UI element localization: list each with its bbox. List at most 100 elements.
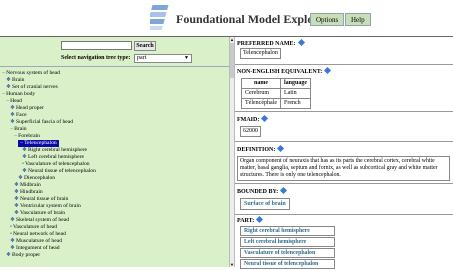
tree-node-selected[interactable]: −Telencephalon [18,140,59,147]
expand-icon[interactable]: ❖ [22,168,27,174]
collapse-icon[interactable]: − [6,98,9,104]
tree-node[interactable]: ❖Skeletal system of head [10,217,69,224]
expand-icon[interactable]: ❖ [10,112,15,118]
info-icon[interactable] [297,38,305,47]
tree-node-label: Face [16,112,27,118]
tree-node-label: Skeletal system of head [16,217,69,223]
bounded-by-heading: BOUNDED BY: [237,186,288,195]
collapse-icon[interactable]: − [20,140,23,146]
tree-node[interactable]: ❖Neural tissue of telencephalon [22,168,96,175]
scroll-thumb[interactable] [230,43,234,78]
expand-icon[interactable]: ❖ [18,175,23,181]
collapse-icon[interactable]: − [10,126,13,132]
tree-node[interactable]: ❖Hindbrain [14,189,43,196]
nav-tree-type-label: Select navigation tree type: [61,55,131,61]
part-link[interactable]: Left cerebral hemisphere [240,237,335,247]
tree-node-label: Brain [14,126,27,132]
expand-icon[interactable]: ❖ [6,77,11,83]
info-icon[interactable] [261,114,269,123]
tree-node[interactable]: −Forebrain [14,133,40,140]
column-header-language: language [279,78,312,89]
tree-node-label: Left cerebral hemisphere [28,154,84,160]
tree-node[interactable]: •Neural network of head [10,231,66,238]
tree-node[interactable]: ❖Musculature of head [10,238,62,245]
info-icon[interactable] [277,144,285,153]
tree-node[interactable]: −Nervous system of head [2,70,60,77]
expand-icon[interactable]: ❖ [6,84,11,90]
expand-icon[interactable]: ❖ [14,182,19,188]
tree-node-label: Telencephalon [24,140,57,146]
nav-tree-type-value: part [137,55,147,61]
tree-node[interactable]: ❖Integument of head [10,245,60,252]
search-button[interactable]: Search [134,41,156,51]
preferred-name-heading-text: PREFERRED NAME: [237,41,296,47]
expand-icon[interactable]: • [10,224,12,230]
tree-node[interactable]: ❖Left cerebral hemisphere [22,154,84,161]
tree-node-label: Nervous system of head [6,70,61,76]
tree-node[interactable]: −Human body [2,91,35,98]
tree-node[interactable]: •Vasculature of head [10,224,57,231]
scroll-down-icon[interactable]: ▼ [230,262,234,267]
expand-icon[interactable]: ❖ [14,203,19,209]
expand-icon[interactable]: ❖ [22,147,27,153]
tree-node[interactable]: ❖Face [10,112,27,119]
help-button[interactable]: Help [345,13,371,26]
expand-icon[interactable]: ❖ [10,217,15,223]
tree-node[interactable]: ❖Midbrain [14,182,41,189]
tree-node[interactable]: ❖Body proper [6,252,40,259]
tree-node[interactable]: ❖Set of cranial nerves [6,84,58,91]
section-divider [235,183,453,184]
scroll-up-icon[interactable]: ▲ [230,37,234,42]
tree-separator [0,66,229,67]
tree-node[interactable]: ❖Brain [6,77,24,84]
expand-icon[interactable]: ❖ [14,196,19,202]
tree-node[interactable]: ❖Vasculature of brain [14,210,65,217]
tree-node-label: Head proper [16,105,44,111]
part-link[interactable]: Vasculature of telencephalon [240,248,335,258]
tree-node-label: Diencephalon [24,175,56,181]
expand-icon[interactable]: ❖ [10,245,15,251]
expand-icon[interactable]: ❖ [10,119,15,125]
collapse-icon[interactable]: − [2,70,5,76]
tree-node-label: Musculature of head [16,238,62,244]
info-icon[interactable] [256,215,264,224]
tree-node[interactable]: ❖Superficial fascia of head [10,119,73,126]
options-button[interactable]: Options [310,13,345,26]
tree-node[interactable]: ❖Right cerebral hemisphere [22,147,87,154]
fmaid-value: 62000 [240,126,261,137]
tree-node[interactable]: ❖Ventricular system of brain [14,203,81,210]
tree-node-label: Forebrain [18,133,40,139]
tree-node-label: Right cerebral hemisphere [28,147,88,153]
info-icon[interactable] [280,186,288,195]
nav-tree-type-select[interactable]: part ▼ [134,54,192,63]
collapse-icon[interactable]: − [14,133,17,139]
expand-icon[interactable]: ❖ [10,238,15,244]
expand-icon[interactable]: ❖ [14,189,19,195]
tree-node[interactable]: •Vasculature of telencephalon [22,161,90,168]
tree-node[interactable]: ❖Neural tissue of brain [14,196,68,203]
definition-heading: DEFINITION: [237,144,285,153]
expand-icon[interactable]: ❖ [6,252,11,258]
expand-icon[interactable]: • [22,161,24,167]
tree-node-label: Set of cranial nerves [12,84,58,90]
expand-icon[interactable]: ❖ [14,210,19,216]
tree-node-label: Neural network of head [12,231,66,237]
expand-icon[interactable]: ❖ [10,105,15,111]
tree-node-label: Vasculature of telencephalon [24,161,90,167]
search-input[interactable] [61,41,132,50]
tree-node[interactable]: −Brain [10,126,27,133]
column-header-name: name [241,78,281,89]
part-link[interactable]: Right cerebral hemisphere [240,226,335,236]
tree-node[interactable]: −Head [6,98,22,105]
expand-icon[interactable]: ❖ [22,154,27,160]
chevron-down-icon: ▼ [184,56,189,61]
info-icon[interactable] [324,66,332,75]
part-link[interactable]: Neural tissue of telencephalon [240,259,335,269]
tree-node[interactable]: ❖Head proper [10,105,44,112]
bounded-by-link[interactable]: Surface of brain [240,198,290,210]
expand-icon[interactable]: • [10,231,12,237]
tree-node[interactable]: ❖Diencephalon [18,175,55,182]
preferred-name-heading: PREFERRED NAME: [237,38,305,47]
collapse-icon[interactable]: − [2,91,5,97]
part-heading: PART: [237,215,264,224]
